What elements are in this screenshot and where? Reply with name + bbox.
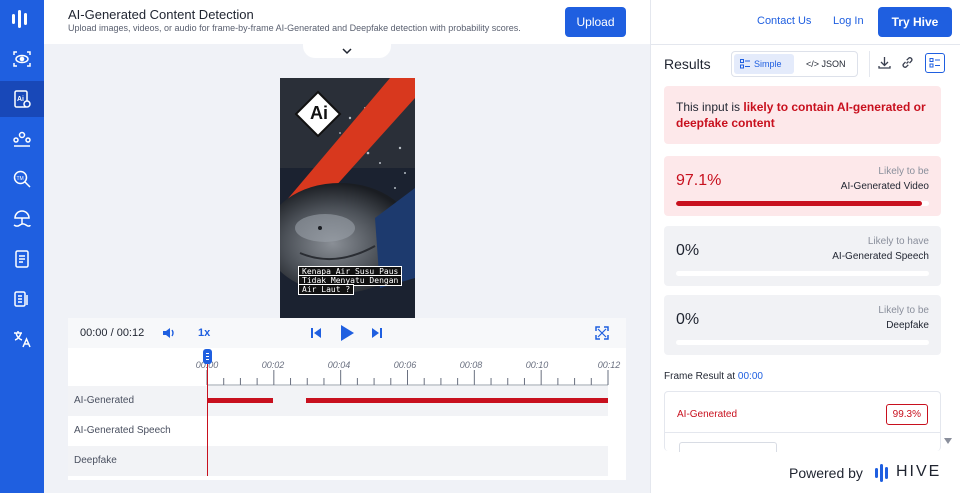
track-deepfake[interactable] [68,446,608,476]
view-json-label: </> JSON [806,59,846,69]
result-progress-bar [676,340,929,345]
result-progress-fill [676,201,922,206]
timeline-tick-label: 00:12 [597,360,621,370]
fullscreen-icon[interactable] [595,326,609,340]
video-player: 00:00 / 00:12 1x 00:00 00:02 00:04 00:06… [68,318,626,480]
nav-translate-icon[interactable] [0,321,44,357]
playhead-line [207,350,208,476]
nav-ai-document-icon[interactable]: Ai [0,81,44,117]
contact-us-link[interactable]: Contact Us [757,15,811,27]
playhead-handle[interactable] [203,349,212,364]
divider [651,44,960,45]
nav-trademark-search-icon[interactable]: TM [0,161,44,197]
result-card-deepfake: 0% Likely to be Deepfake [664,295,941,355]
frame-next-row [679,442,777,452]
result-likely-text: Likely to be [878,305,929,316]
divider [665,432,940,433]
hive-logo-icon[interactable] [12,8,32,30]
track-label: Deepfake [74,455,117,466]
nav-document-list-icon[interactable] [0,241,44,277]
frame-result-box: AI-Generated 99.3% [664,391,941,452]
page-title: AI-Generated Content Detection [68,7,254,22]
hive-brand-icon [875,464,888,482]
upload-button[interactable]: Upload [565,7,626,37]
divider [869,51,870,77]
playback-speed-button[interactable]: 1x [198,327,210,339]
download-icon[interactable] [878,56,891,69]
verdict-banner: This input is likely to contain AI-gener… [664,86,941,144]
powered-by-text: Powered by [789,465,863,481]
svg-text:Ai: Ai [17,96,24,103]
result-card-ai-speech: 0% Likely to have AI-Generated Speech [664,226,941,286]
ai-generated-segment [207,398,273,403]
volume-icon[interactable] [162,326,176,340]
frame-row-value: 99.3% [885,404,928,425]
timeline-ruler[interactable] [68,370,626,386]
timeline-tick-label: 00:02 [261,360,285,370]
play-icon[interactable] [339,324,355,342]
page-header: AI-Generated Content Detection Upload im… [44,0,650,44]
view-json-tab[interactable]: </> JSON [800,54,856,74]
frame-result-label: Frame Result at 00:00 [664,371,763,382]
result-likely-text: Likely to be [878,166,929,177]
result-percentage: 0% [676,242,700,259]
player-controls: 00:00 / 00:12 1x [68,318,626,348]
frame-result-prefix: Frame Result at [664,371,738,382]
frame-result-time: 00:00 [737,371,763,382]
timeline-tick-label: 00:10 [525,360,549,370]
page-subtitle: Upload images, videos, or audio for fram… [68,23,521,33]
result-progress-bar [676,201,929,206]
scroll-down-icon[interactable] [944,438,952,444]
list-icon [740,59,750,69]
results-panel: Contact Us Log In Try Hive Results Simpl… [650,0,960,493]
try-hive-button[interactable]: Try Hive [878,7,952,37]
timeline-tick-label: 00:08 [459,360,483,370]
track-label: AI-Generated Speech [74,425,171,436]
link-icon[interactable] [901,56,914,69]
video-frame: Ai Kenapa Air Susu Paus Tidak Menyatu De… [280,78,415,318]
login-link[interactable]: Log In [833,15,864,27]
verdict-prefix: This input is [676,100,744,114]
left-nav: Ai TM [0,0,44,493]
result-percentage: 97.1% [676,172,722,189]
result-progress-bar [676,271,929,276]
track-label: AI-Generated [74,395,135,406]
video-subtitle-line: Air Laut ? [298,284,355,295]
timeline-tick-label: 00:04 [327,360,351,370]
skip-back-icon[interactable] [310,326,322,340]
ai-badge: Ai [310,103,328,123]
skip-forward-icon[interactable] [371,326,383,340]
collapse-toggle[interactable] [303,44,391,58]
nav-text-scan-icon[interactable] [0,281,44,317]
time-display: 00:00 / 00:12 [80,327,145,339]
view-toggle: Simple </> JSON [731,51,858,77]
result-card-ai-video: 97.1% Likely to be AI-Generated Video [664,156,941,216]
result-label: AI-Generated Speech [832,251,929,262]
ai-generated-segment [306,398,608,403]
timeline-tick-label: 00:06 [393,360,417,370]
view-simple-label: Simple [754,59,782,69]
nav-eye-scan-icon[interactable] [0,41,44,77]
details-view-button[interactable] [925,53,945,73]
view-simple-tab[interactable]: Simple [734,54,794,74]
frame-row-name: AI-Generated [677,409,738,420]
hive-brand-name: HIVE [896,463,942,480]
result-label: AI-Generated Video [840,181,929,192]
checklist-icon [929,58,940,68]
result-label: Deepfake [886,320,929,331]
result-likely-text: Likely to have [867,236,929,247]
chevron-down-icon [342,48,352,55]
svg-text:TM: TM [17,176,24,182]
nav-beach-icon[interactable] [0,201,44,237]
results-title: Results [664,56,711,72]
result-percentage: 0% [676,311,700,328]
nav-people-group-icon[interactable] [0,121,44,157]
